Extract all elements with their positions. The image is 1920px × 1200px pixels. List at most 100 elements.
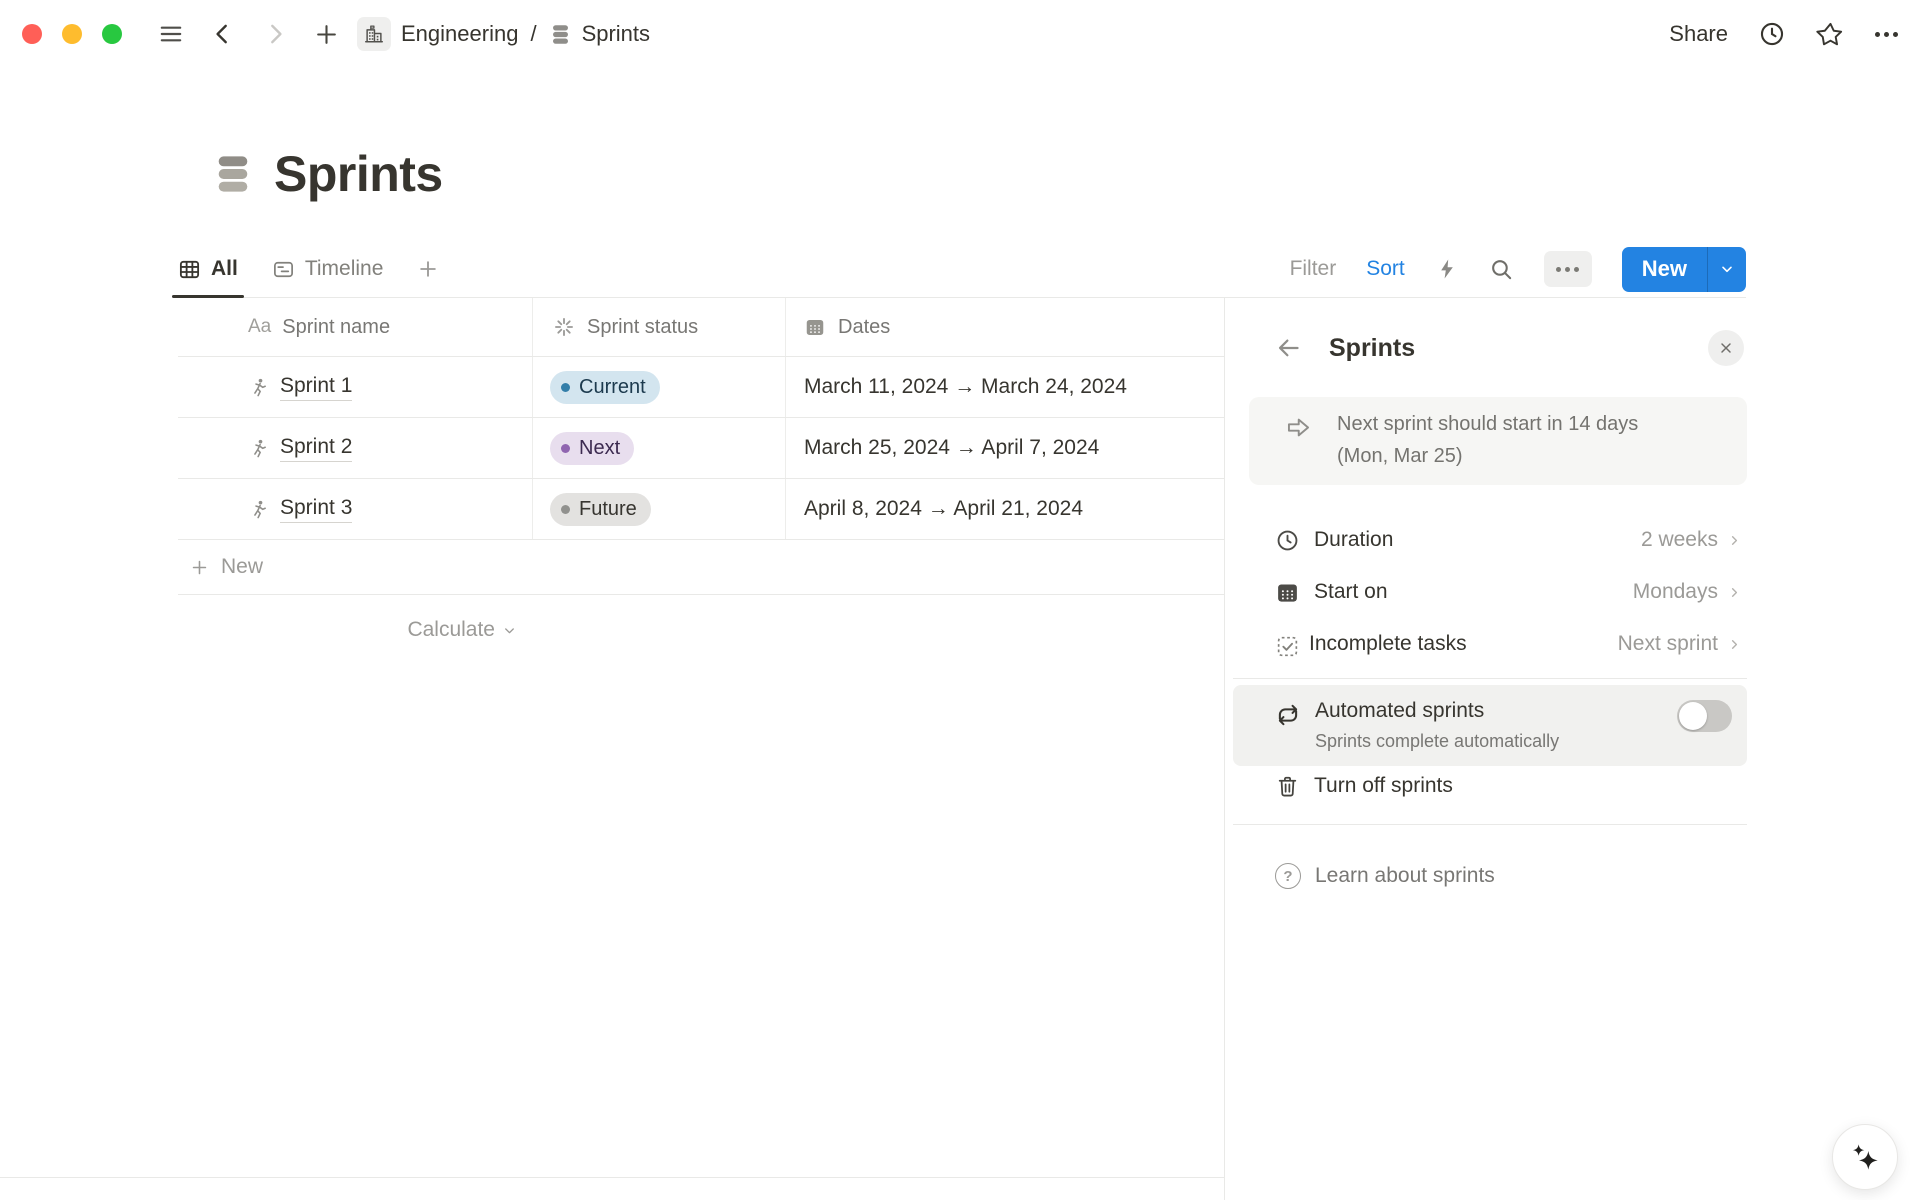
setting-value: Next sprint xyxy=(1618,632,1718,656)
view-tabbar: All Timeline Filter Sort xyxy=(178,241,1746,298)
learn-about-sprints-label: Learn about sprints xyxy=(1315,864,1495,888)
calculate-label: Calculate xyxy=(407,618,495,642)
filter-button[interactable]: Filter xyxy=(1290,257,1337,281)
tab-all[interactable]: All xyxy=(178,241,238,297)
cell-dates[interactable]: March 25, 2024 → April 7, 2024 xyxy=(786,418,1224,478)
sprint-page-link[interactable]: Sprint 2 xyxy=(280,434,352,461)
traffic-lights xyxy=(22,24,122,44)
content-bottom-divider xyxy=(0,1177,1225,1178)
database-icon xyxy=(549,23,572,46)
cell-sprint-name[interactable]: Sprint 2 xyxy=(178,418,533,478)
nav-controls xyxy=(158,21,339,47)
timeline-view-icon xyxy=(272,258,295,281)
automated-sprints-toggle[interactable] xyxy=(1677,700,1732,732)
ai-assistant-button[interactable] xyxy=(1832,1124,1898,1190)
table-row: Sprint 1 Current March 11, 2024 → March … xyxy=(178,357,1224,418)
column-header-sprint-name[interactable]: Aa Sprint name xyxy=(178,298,533,356)
status-badge: Next xyxy=(550,432,634,465)
minimize-window-button[interactable] xyxy=(62,24,82,44)
breadcrumb-separator: / xyxy=(530,21,536,47)
share-button[interactable]: Share xyxy=(1669,21,1728,47)
cell-sprint-name[interactable]: Sprint 1 xyxy=(178,357,533,417)
add-view-icon[interactable] xyxy=(417,258,439,280)
status-dot xyxy=(561,505,570,514)
chevron-right-icon xyxy=(1727,637,1742,652)
cell-sprint-name[interactable]: Sprint 3 xyxy=(178,479,533,539)
back-arrow-icon[interactable] xyxy=(1275,335,1302,362)
sprint-settings-panel: Sprints Next sprint should start in 14 d… xyxy=(1224,298,1920,1200)
status-dot xyxy=(561,383,570,392)
cell-sprint-status[interactable]: Next xyxy=(533,418,786,478)
turn-off-sprints-button[interactable]: Turn off sprints xyxy=(1233,758,1747,814)
breadcrumb-teamspace[interactable]: Engineering xyxy=(401,21,518,47)
window-topbar: Engineering / Sprints Share xyxy=(0,0,1920,68)
setting-value: Mondays xyxy=(1633,580,1718,604)
updates-clock-icon[interactable] xyxy=(1758,20,1786,48)
page-title-block: Sprints xyxy=(210,146,443,202)
setting-label: Start on xyxy=(1314,580,1388,604)
view-options-icon[interactable] xyxy=(1544,251,1592,287)
close-window-button[interactable] xyxy=(22,24,42,44)
sparkles-icon xyxy=(1849,1141,1881,1173)
column-header-dates[interactable]: Dates xyxy=(786,298,1224,356)
setting-start-on[interactable]: Start on Mondays xyxy=(1249,566,1747,618)
trash-icon xyxy=(1275,774,1300,799)
column-label: Dates xyxy=(838,316,890,339)
cell-sprint-status[interactable]: Future xyxy=(533,479,786,539)
more-options-icon[interactable] xyxy=(1875,32,1898,37)
status-spinner-icon xyxy=(553,316,575,338)
teamspace-icon[interactable] xyxy=(357,17,391,51)
panel-title: Sprints xyxy=(1329,334,1415,363)
cell-dates[interactable]: April 8, 2024 → April 21, 2024 xyxy=(786,479,1224,539)
checkbox-dashed-icon xyxy=(1275,634,1295,654)
toggle-knob xyxy=(1679,702,1707,730)
new-button[interactable]: New xyxy=(1622,247,1708,292)
status-dot xyxy=(561,444,570,453)
arrow-right-icon xyxy=(1285,414,1312,485)
cell-dates[interactable]: March 11, 2024 → March 24, 2024 xyxy=(786,357,1224,417)
learn-about-sprints-link[interactable]: ? Learn about sprints xyxy=(1233,846,1747,906)
question-mark-icon: ? xyxy=(1275,863,1301,889)
new-page-icon[interactable] xyxy=(314,22,339,47)
sprints-table: Aa Sprint name Sprint status xyxy=(178,298,1224,595)
cell-sprint-status[interactable]: Current xyxy=(533,357,786,417)
breadcrumb-page[interactable]: Sprints xyxy=(582,21,650,47)
automated-sprints-label: Automated sprints xyxy=(1315,699,1484,723)
automations-bolt-icon[interactable] xyxy=(1435,257,1459,281)
new-dropdown-chevron-icon[interactable] xyxy=(1708,247,1746,292)
calculate-button[interactable]: Calculate xyxy=(178,604,533,656)
column-label: Sprint status xyxy=(587,316,698,339)
page-title: Sprints xyxy=(274,146,443,202)
tab-timeline-label: Timeline xyxy=(305,257,384,281)
column-header-sprint-status[interactable]: Sprint status xyxy=(533,298,786,356)
status-badge: Current xyxy=(550,371,660,404)
setting-duration[interactable]: Duration 2 weeks xyxy=(1249,514,1747,566)
setting-incomplete-tasks[interactable]: Incomplete tasks Next sprint xyxy=(1249,618,1747,670)
setting-label: Incomplete tasks xyxy=(1309,632,1467,656)
forward-icon[interactable] xyxy=(262,21,288,47)
close-icon[interactable] xyxy=(1708,330,1744,366)
automated-sprints-row[interactable]: Automated sprints Sprints complete autom… xyxy=(1233,685,1747,766)
chevron-right-icon xyxy=(1727,585,1742,600)
zoom-window-button[interactable] xyxy=(102,24,122,44)
chevron-down-icon xyxy=(502,623,517,638)
turn-off-sprints-label: Turn off sprints xyxy=(1314,774,1453,798)
table-row: Sprint 2 Next March 25, 2024 → April 7, … xyxy=(178,418,1224,479)
back-icon[interactable] xyxy=(210,21,236,47)
page-database-icon xyxy=(210,152,256,196)
tab-timeline[interactable]: Timeline xyxy=(272,241,384,297)
chevron-right-icon xyxy=(1727,533,1742,548)
next-sprint-notice: Next sprint should start in 14 days (Mon… xyxy=(1249,397,1747,485)
text-property-icon: Aa xyxy=(248,316,271,338)
sprint-page-link[interactable]: Sprint 1 xyxy=(280,373,352,400)
new-row-button[interactable]: New xyxy=(178,540,1224,595)
sprint-page-link[interactable]: Sprint 3 xyxy=(280,495,352,522)
new-button-group: New xyxy=(1622,247,1746,292)
breadcrumb: Engineering / Sprints xyxy=(357,17,650,51)
view-toolbar: Filter Sort New xyxy=(1290,247,1746,292)
setting-value: 2 weeks xyxy=(1641,528,1718,552)
favorite-star-icon[interactable] xyxy=(1816,20,1845,49)
sort-button[interactable]: Sort xyxy=(1366,257,1405,281)
sidebar-menu-icon[interactable] xyxy=(158,21,184,47)
search-icon[interactable] xyxy=(1489,257,1514,282)
